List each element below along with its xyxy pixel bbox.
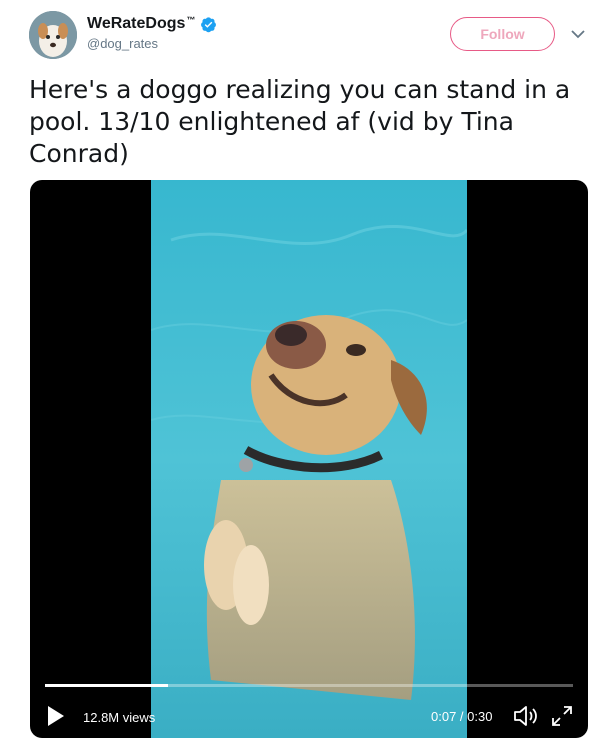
fullscreen-icon[interactable]	[550, 704, 574, 728]
video-controls: 12.8M views 0:07 / 0:30	[30, 696, 588, 738]
tweet-text: Here's a doggo realizing you can stand i…	[29, 75, 571, 168]
volume-icon[interactable]	[512, 703, 540, 729]
playback-time: 0:07 / 0:30	[431, 709, 493, 724]
play-icon[interactable]	[46, 704, 66, 728]
progress-bar[interactable]	[45, 684, 573, 687]
video-frame	[151, 180, 467, 738]
view-count: 12.8M views	[83, 710, 156, 725]
progress-fill	[45, 684, 169, 687]
avatar[interactable]	[29, 11, 77, 59]
chevron-down-icon[interactable]	[569, 25, 587, 43]
user-info: WeRateDogs™ @dog_rates	[87, 15, 217, 51]
user-handle[interactable]: @dog_rates	[87, 36, 217, 51]
video-player[interactable]: 12.8M views 0:07 / 0:30	[30, 180, 588, 738]
follow-button[interactable]: Follow	[450, 17, 555, 51]
display-name[interactable]: WeRateDogs™	[87, 15, 195, 33]
verified-badge-icon	[201, 16, 217, 32]
tweet-header: WeRateDogs™ @dog_rates Follow	[29, 11, 589, 59]
